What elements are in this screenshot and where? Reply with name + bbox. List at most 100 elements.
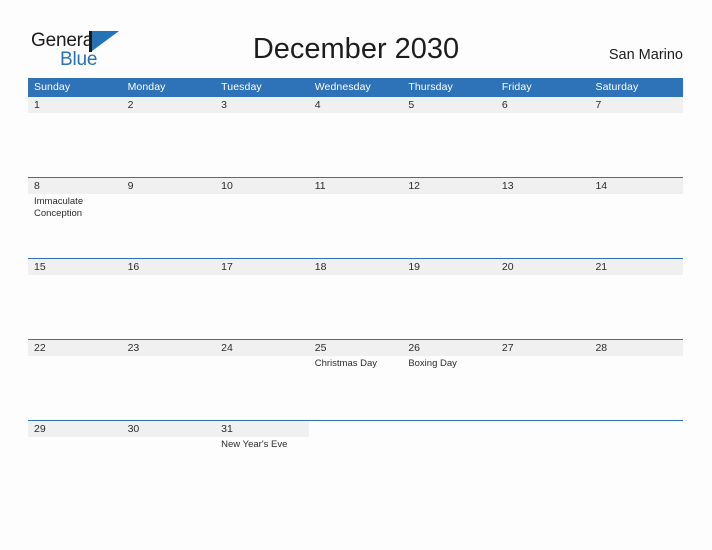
calendar-day-cell[interactable]: 17 [215, 258, 309, 339]
calendar-day-cell[interactable]: 30 [121, 420, 216, 501]
day-number: 27 [501, 342, 514, 354]
calendar-day-cell[interactable]: 18 [308, 258, 403, 339]
calendar-day-cell[interactable]: 2 [121, 96, 216, 177]
day-number: 6 [501, 99, 508, 111]
calendar-day-cell[interactable]: 6 [495, 96, 590, 177]
calendar-day-cell-empty [402, 420, 496, 501]
day-number: 19 [408, 261, 420, 273]
weekday-header-wednesday: Wednesday [314, 81, 371, 93]
event-label: Immaculate Conception [34, 196, 84, 219]
calendar-day-cell[interactable]: 13 [495, 177, 590, 258]
calendar-day-cell[interactable]: 25 Christmas Day [308, 339, 403, 420]
day-number: 5 [408, 99, 415, 111]
weekday-header-friday: Friday [501, 81, 532, 93]
calendar-day-cell[interactable]: 27 [495, 339, 590, 420]
day-number-band [589, 96, 684, 113]
calendar-day-cell-empty [589, 420, 684, 501]
day-number-band [402, 96, 496, 113]
page-header: General Blue December 2030 San Marino [0, 0, 712, 78]
day-number: 13 [501, 180, 514, 192]
day-number: 10 [221, 180, 233, 192]
day-number: 24 [221, 342, 233, 354]
day-number: 22 [34, 342, 46, 354]
calendar-day-cell[interactable]: 5 [402, 96, 496, 177]
day-number: 23 [127, 342, 140, 354]
day-number: 31 [221, 423, 233, 435]
day-number: 15 [34, 261, 46, 273]
calendar-day-cell[interactable]: 4 [308, 96, 403, 177]
calendar-week-row: 8 Immaculate Conception 9 10 11 12 13 14 [28, 177, 684, 258]
calendar-day-cell[interactable]: 31 New Year's Eve [215, 420, 309, 501]
day-number: 4 [314, 99, 321, 111]
calendar-weeks: 1 2 3 4 5 6 7 8 Immaculate Conception 9 10 11 12 13 14… [28, 96, 684, 501]
calendar-day-cell[interactable]: 26 Boxing Day [402, 339, 496, 420]
day-number-band [28, 96, 122, 113]
calendar-page: General Blue December 2030 San Marino Su… [0, 0, 712, 550]
weekday-header-thursday: Thursday [408, 81, 453, 93]
day-number: 21 [595, 261, 608, 273]
calendar-week-row: 1 2 3 4 5 6 7 [28, 96, 684, 177]
calendar-day-cell[interactable]: 3 [215, 96, 309, 177]
calendar-week-row: 15 16 17 18 19 20 21 [28, 258, 684, 339]
calendar-day-cell[interactable]: 1 [28, 96, 122, 177]
page-title: December 2030 [252, 33, 460, 65]
calendar-day-cell[interactable]: 12 [402, 177, 496, 258]
calendar-week-row: 22 23 24 25 Christmas Day 26 Boxing Day 27 28 [28, 339, 684, 420]
day-number: 1 [34, 99, 40, 111]
day-number: 8 [34, 180, 40, 192]
calendar-day-cell[interactable]: 16 [121, 258, 216, 339]
calendar-day-cell[interactable]: 11 [308, 177, 403, 258]
day-number: 26 [408, 342, 420, 354]
calendar-day-cell-empty [495, 420, 590, 501]
day-number: 30 [127, 423, 140, 435]
day-number: 12 [408, 180, 420, 192]
calendar-day-cell[interactable]: 7 [589, 96, 684, 177]
day-number-band [215, 96, 309, 113]
calendar-day-cell[interactable]: 10 [215, 177, 309, 258]
calendar-day-cell[interactable]: 24 [215, 339, 309, 420]
calendar-week-row: 29 30 31 New Year's Eve [28, 420, 684, 501]
day-number: 29 [34, 423, 46, 435]
day-number: 25 [314, 342, 327, 354]
day-number-band [121, 177, 216, 194]
calendar-day-cell[interactable]: 9 [121, 177, 216, 258]
calendar-day-cell[interactable]: 21 [589, 258, 684, 339]
weekday-header-monday: Monday [127, 81, 166, 93]
weekday-header-tuesday: Tuesday [221, 81, 262, 93]
weekday-header-row: Sunday Monday Tuesday Wednesday Thursday… [28, 78, 683, 96]
event-label: New Year's Eve [221, 439, 288, 450]
day-number: 17 [221, 261, 233, 273]
event-label: Boxing Day [408, 358, 457, 369]
day-number-band [402, 420, 496, 437]
calendar-day-cell[interactable]: 14 [589, 177, 684, 258]
day-number: 3 [221, 99, 227, 111]
day-number: 2 [127, 99, 134, 111]
day-number: 16 [127, 261, 140, 273]
day-events: Boxing Day [408, 358, 492, 370]
weekday-header-sunday: Sunday [34, 81, 71, 93]
day-number-band [589, 420, 684, 437]
calendar-day-cell[interactable]: 29 [28, 420, 122, 501]
day-number: 20 [501, 261, 514, 273]
calendar-day-cell[interactable]: 19 [402, 258, 496, 339]
day-events: Immaculate Conception [34, 196, 118, 220]
day-events: New Year's Eve [221, 439, 305, 451]
calendar-day-cell[interactable]: 22 [28, 339, 122, 420]
calendar-day-cell[interactable]: 20 [495, 258, 590, 339]
day-number-band [495, 96, 590, 113]
day-number-band [121, 96, 216, 113]
calendar-day-cell[interactable]: 15 [28, 258, 122, 339]
day-events: Christmas Day [315, 358, 399, 370]
calendar-grid: Sunday Monday Tuesday Wednesday Thursday… [28, 78, 684, 501]
day-number-band [28, 177, 122, 194]
event-label: Christmas Day [314, 358, 378, 369]
calendar-day-cell[interactable]: 8 Immaculate Conception [28, 177, 122, 258]
day-number: 18 [314, 261, 327, 273]
location-label: San Marino [608, 47, 683, 63]
calendar-day-cell-empty [308, 420, 403, 501]
day-number-band [308, 96, 403, 113]
calendar-day-cell[interactable]: 28 [589, 339, 684, 420]
calendar-day-cell[interactable]: 23 [121, 339, 216, 420]
day-number: 28 [595, 342, 608, 354]
day-number: 14 [595, 180, 608, 192]
